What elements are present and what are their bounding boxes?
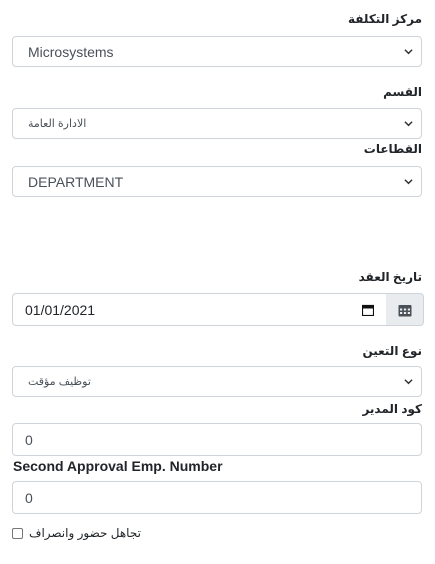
employment-type-value: توظيف مؤقت bbox=[28, 376, 91, 388]
contract-date-label: تاريخ العقد bbox=[358, 270, 422, 284]
cost-center-label: مركز التكلفة bbox=[348, 12, 422, 26]
chevron-down-icon bbox=[404, 121, 413, 127]
department-select[interactable]: الادارة العامة bbox=[12, 108, 422, 139]
sectors-label: القطاعات bbox=[363, 142, 422, 156]
department-label: القسم bbox=[383, 85, 422, 99]
ignore-attendance-row: تجاهل حضور وانصراف bbox=[12, 526, 141, 540]
manager-code-label: كود المدير bbox=[362, 402, 422, 416]
contract-date-value: 01/01/2021 bbox=[25, 302, 96, 318]
contract-date-input[interactable]: 01/01/2021 bbox=[12, 293, 387, 326]
sectors-select[interactable]: DEPARTMENT bbox=[12, 166, 422, 197]
ignore-attendance-checkbox[interactable] bbox=[12, 527, 23, 539]
cost-center-value: Microsystems bbox=[28, 44, 114, 60]
employment-type-select[interactable]: توظيف مؤقت bbox=[12, 366, 422, 397]
second-approval-value: 0 bbox=[25, 490, 33, 506]
second-approval-input[interactable]: 0 bbox=[12, 481, 422, 514]
employment-type-label: نوع التعين bbox=[362, 344, 422, 358]
department-value: الادارة العامة bbox=[28, 118, 87, 130]
manager-code-value: 0 bbox=[25, 432, 33, 448]
chevron-down-icon bbox=[404, 379, 413, 385]
calendar-button[interactable] bbox=[386, 293, 424, 326]
manager-code-input[interactable]: 0 bbox=[12, 423, 422, 456]
chevron-down-icon bbox=[404, 49, 413, 55]
cost-center-select[interactable]: Microsystems bbox=[12, 36, 422, 67]
chevron-down-icon bbox=[404, 179, 413, 185]
calendar-picker-icon[interactable] bbox=[362, 304, 374, 316]
contract-date-group: 01/01/2021 bbox=[12, 293, 424, 326]
sectors-value: DEPARTMENT bbox=[28, 174, 124, 190]
second-approval-label: Second Approval Emp. Number bbox=[13, 458, 223, 474]
ignore-attendance-label[interactable]: تجاهل حضور وانصراف bbox=[29, 526, 141, 540]
calendar-icon bbox=[398, 305, 412, 317]
